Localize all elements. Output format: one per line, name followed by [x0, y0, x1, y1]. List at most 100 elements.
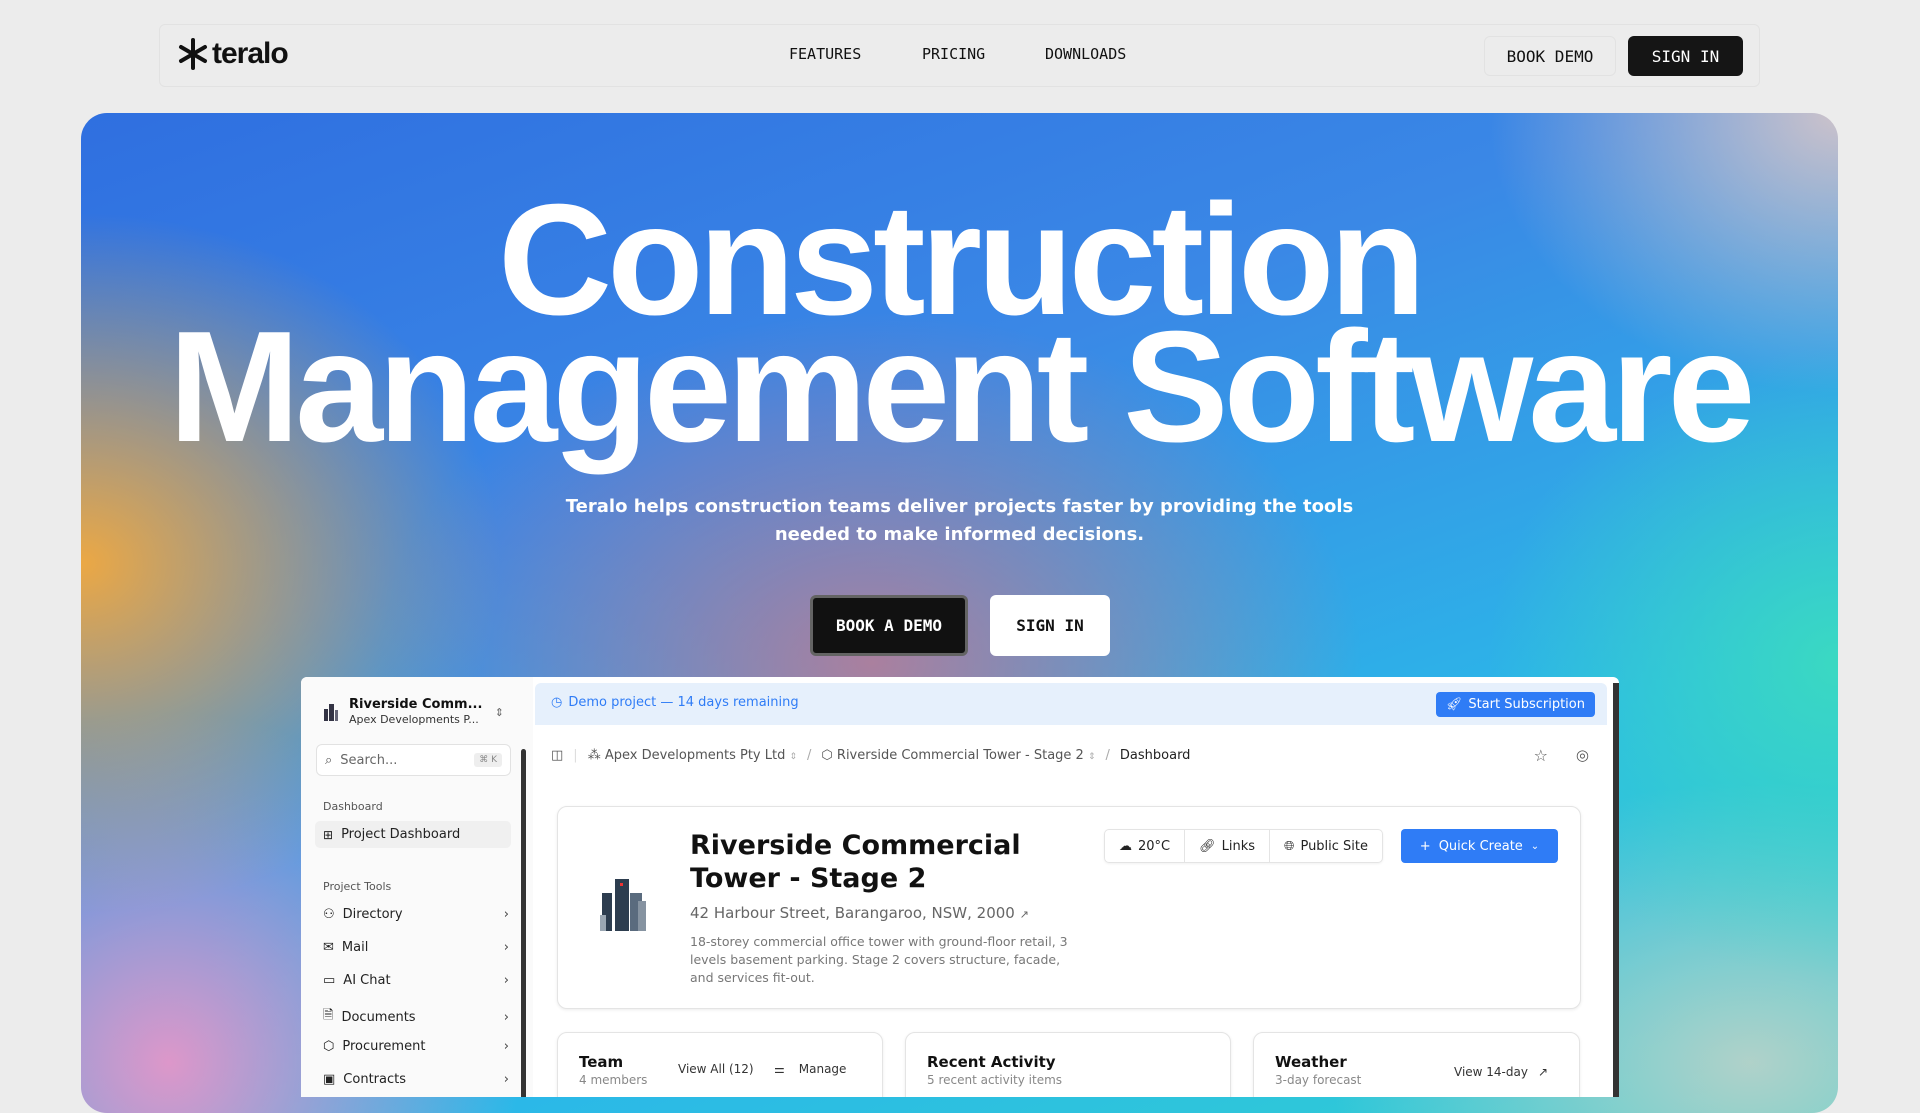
hero-subtitle: Teralo helps construction teams deliver …	[81, 493, 1838, 549]
sidebar-toggle-icon[interactable]: ◫	[551, 748, 563, 763]
cloud-icon: ☁︎	[1119, 838, 1132, 854]
view-14-day-label: View 14-day	[1454, 1065, 1528, 1079]
sidebar-item-label: AI Chat	[343, 973, 391, 988]
chevron-right-icon: ›	[503, 1009, 509, 1025]
brand-name: teralo	[212, 37, 289, 70]
hero-sign-in-button[interactable]: SIGN IN	[990, 595, 1110, 656]
start-subscription-label: Start Subscription	[1468, 697, 1585, 712]
card-subtitle: 3-day forecast	[1275, 1073, 1362, 1087]
quick-create-label: Quick Create	[1438, 838, 1523, 854]
quick-create-button[interactable]: + Quick Create ⌄	[1401, 829, 1558, 863]
section-project-tools: Project Tools	[323, 880, 392, 893]
project-switcher[interactable]: Riverside Comm... Apex Developments P...…	[319, 697, 504, 727]
search-placeholder: Search...	[340, 752, 398, 768]
document-icon: 🗎	[323, 1008, 334, 1023]
chevron-right-icon: ›	[503, 1039, 509, 1054]
separator: /	[1105, 747, 1110, 763]
links-label: Links	[1221, 838, 1256, 854]
chevron-right-icon: ›	[503, 907, 509, 922]
manage-label: Manage	[798, 1062, 847, 1076]
search-input[interactable]: ⌕ Search... ⌘ K	[316, 744, 511, 776]
chevrons-icon: ⇕	[1087, 751, 1096, 762]
search-icon: ⌕	[325, 752, 333, 768]
sliders-icon: ⚌	[774, 1062, 785, 1076]
divider: |	[573, 747, 578, 763]
nav-features[interactable]: FEATURES	[789, 45, 861, 63]
help-icon[interactable]: ◎	[1576, 746, 1589, 764]
hero-title-line2: Management Software	[168, 299, 1756, 475]
demo-banner: ◷ Demo project — 14 days remaining 🚀︎ Star…	[535, 683, 1607, 725]
rocket-icon: 🚀︎	[1445, 697, 1463, 712]
main-scrollbar[interactable]	[1613, 683, 1619, 1097]
sidebar-item-procurement[interactable]: ⬡ Procurement ›	[323, 1039, 509, 1054]
breadcrumb: ◫ | ⁂ Apex Developments Pty Ltd ⇕ / ⬡ Ri…	[551, 745, 1589, 765]
links-button[interactable]: 🔗︎ Links	[1185, 830, 1271, 862]
top-nav: teralo FEATURES PRICING DOWNLOADS BOOK D…	[159, 24, 1760, 87]
hero-book-demo-button[interactable]: BOOK A DEMO	[810, 595, 968, 656]
sidebar-item-documents[interactable]: 🗎 Documents ›	[323, 1006, 509, 1028]
nav-downloads[interactable]: DOWNLOADS	[1045, 45, 1126, 63]
sidebar-scrollbar[interactable]	[521, 749, 526, 1097]
sign-in-button[interactable]: SIGN IN	[1628, 36, 1743, 76]
breadcrumb-org-label: Apex Developments Pty Ltd	[604, 747, 786, 763]
project-address-text: 42 Harbour Street, Barangaroo, NSW, 2000	[690, 904, 1015, 922]
view-14-day-link[interactable]: View 14-day ↗	[1454, 1065, 1548, 1079]
message-icon: ▭	[323, 973, 336, 988]
sidebar-item-label: Directory	[342, 907, 403, 922]
breadcrumb-org[interactable]: ⁂ Apex Developments Pty Ltd ⇕	[588, 748, 797, 763]
nav-pricing[interactable]: PRICING	[922, 45, 985, 63]
globe-icon: 🌐︎	[1284, 838, 1295, 854]
sidebar: Riverside Comm... Apex Developments P...…	[301, 677, 533, 1097]
public-site-button[interactable]: 🌐︎ Public Site	[1270, 830, 1382, 862]
tower-illustration-icon	[600, 879, 646, 931]
weather-button[interactable]: ☁︎ 20°C	[1105, 830, 1186, 862]
org-name: Apex Developments P...	[349, 713, 479, 726]
sidebar-item-label: Mail	[341, 940, 369, 955]
chevrons-up-down-icon: ⇕	[494, 705, 504, 719]
separator: /	[807, 747, 812, 763]
mail-icon: ✉	[323, 940, 334, 955]
public-site-label: Public Site	[1300, 838, 1369, 854]
chevrons-icon: ⇕	[789, 751, 798, 762]
sidebar-item-label: Project Dashboard	[341, 827, 461, 842]
weather-card: Weather 3-day forecast View 14-day ↗	[1253, 1032, 1580, 1097]
sidebar-item-directory[interactable]: ⚇ Directory ›	[323, 907, 509, 922]
app-preview: Riverside Comm... Apex Developments P...…	[301, 677, 1619, 1097]
manage-button[interactable]: ⚌ Manage	[774, 1062, 846, 1076]
card-subtitle: 4 members	[579, 1073, 648, 1087]
card-title: Team	[579, 1053, 624, 1071]
project-name: Riverside Comm...	[349, 697, 483, 712]
view-all-link[interactable]: View All (12)	[678, 1062, 754, 1076]
start-subscription-button[interactable]: 🚀︎ Start Subscription	[1435, 692, 1595, 717]
chevron-right-icon: ›	[503, 940, 509, 955]
main-content: ◷ Demo project — 14 days remaining 🚀︎ Star…	[535, 677, 1619, 1097]
temperature: 20°C	[1138, 838, 1171, 854]
breadcrumb-project-label: Riverside Commercial Tower - Stage 2	[836, 747, 1084, 763]
external-link-icon: ↗	[1019, 908, 1029, 921]
description-line: levels basement parking. Stage 2 covers …	[690, 952, 1061, 967]
project-description: 18-storey commercial office tower with g…	[690, 933, 1068, 987]
package-icon: ⬡	[323, 1039, 335, 1054]
building-icon	[324, 704, 338, 721]
star-icon[interactable]: ☆	[1534, 746, 1548, 765]
section-dashboard: Dashboard	[323, 800, 383, 813]
sidebar-item-label: Documents	[341, 1009, 416, 1025]
project-title-line2: Tower - Stage 2	[690, 863, 927, 894]
book-demo-button[interactable]: BOOK DEMO	[1484, 36, 1616, 76]
sidebar-item-mail[interactable]: ✉ Mail ›	[323, 940, 509, 955]
clock-icon: ◷	[551, 695, 563, 710]
project-title-line1: Riverside Commercial	[690, 830, 1021, 861]
breadcrumb-project[interactable]: ⬡ Riverside Commercial Tower - Stage 2 ⇕	[821, 748, 1095, 763]
team-card: Team 4 members View All (12) ⚌ Manage	[557, 1032, 883, 1097]
sidebar-item-project-dashboard[interactable]: ⊞ Project Dashboard	[315, 821, 511, 848]
chevron-down-icon: ⌄	[1530, 840, 1540, 852]
users-icon: ⚇	[323, 907, 335, 922]
sidebar-item-ai-chat[interactable]: ▭ AI Chat ›	[323, 973, 509, 988]
brand-logo[interactable]: teralo	[178, 37, 289, 71]
card-title: Recent Activity	[927, 1053, 1056, 1071]
project-address[interactable]: 42 Harbour Street, Barangaroo, NSW, 2000…	[690, 904, 1029, 922]
hero-subtitle-line2: needed to make informed decisions.	[774, 524, 1145, 545]
demo-banner-text: Demo project — 14 days remaining	[568, 695, 799, 710]
search-shortcut: ⌘ K	[474, 753, 502, 767]
grid-icon: ⊞	[323, 827, 334, 842]
